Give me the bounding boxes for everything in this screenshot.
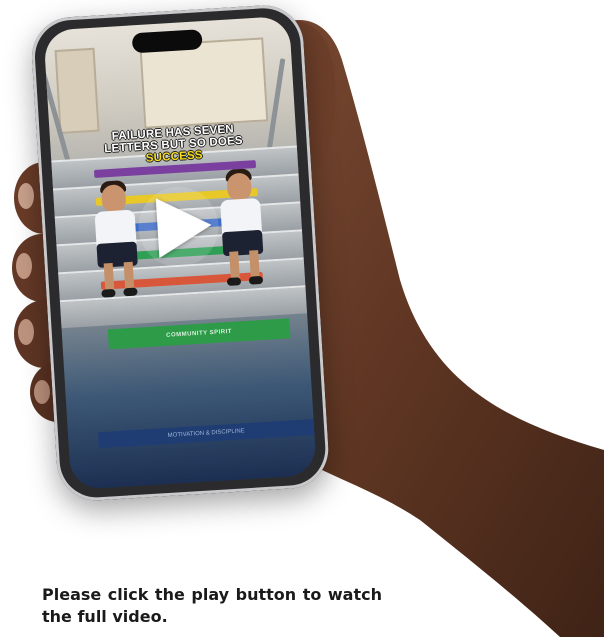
play-instruction-text: Please click the play button to watch th… xyxy=(42,585,382,626)
window xyxy=(54,47,100,134)
video-screen: FAILURE HAS SEVEN LETTERS BUT SO DOES SU… xyxy=(43,15,317,490)
dynamic-island xyxy=(131,29,203,54)
play-icon xyxy=(155,198,212,259)
smartphone: FAILURE HAS SEVEN LETTERS BUT SO DOES SU… xyxy=(29,2,331,503)
bottom-step-banner: MOTIVATION & DISCIPLINE xyxy=(97,419,315,449)
